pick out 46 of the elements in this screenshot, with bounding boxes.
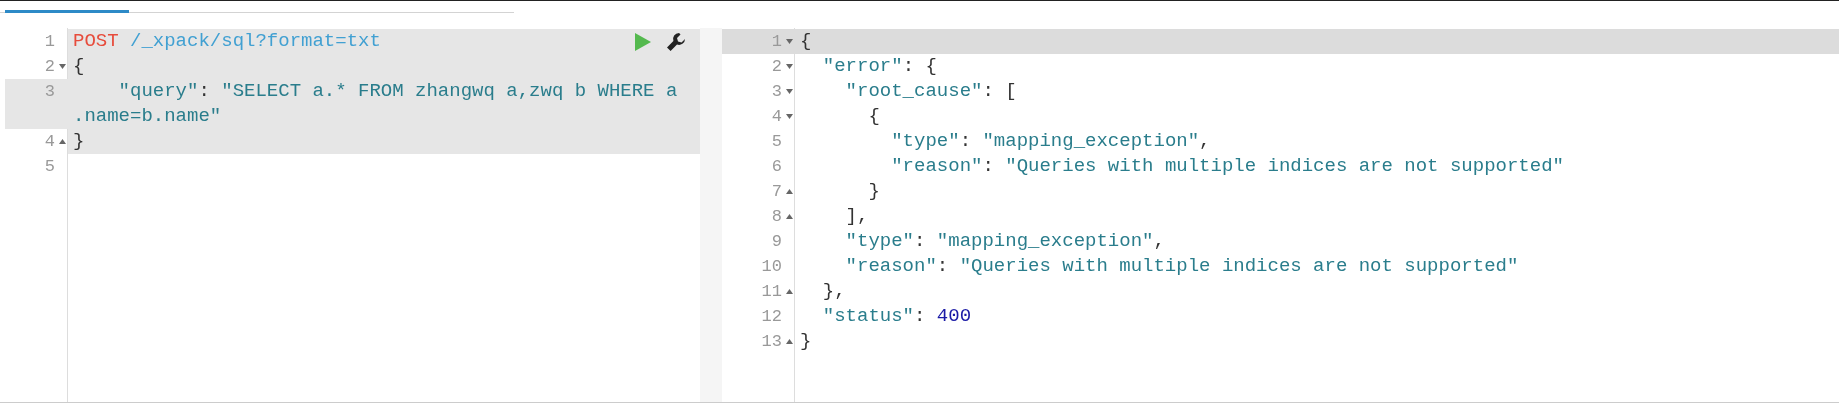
code-line: { — [800, 29, 812, 54]
line-number: 7 — [771, 181, 782, 203]
line-number: 3 — [44, 81, 55, 103]
code-line: "query": "SELECT a.* FROM zhangwq a,zwq b WHERE a .name=b.name" — [73, 79, 678, 129]
line-number: 5 — [771, 131, 782, 153]
line-number: 1 — [771, 31, 782, 53]
fold-icon[interactable] — [786, 39, 793, 44]
code-line: "root_cause": [ — [844, 79, 1017, 104]
code-line: "reason": "Queries with multiple indices are not supported" — [844, 254, 1519, 279]
line-number: 9 — [771, 231, 782, 253]
line-number: 5 — [44, 156, 55, 178]
line-number: 4 — [44, 131, 55, 153]
line-number: 1 — [44, 31, 55, 53]
line-number: 3 — [771, 81, 782, 103]
line-number: 10 — [761, 256, 782, 278]
code-line: "error": { — [821, 54, 937, 79]
fold-icon[interactable] — [786, 114, 793, 119]
line-number: 13 — [761, 331, 782, 353]
code-line: "type": "mapping_exception", — [890, 129, 1211, 154]
fold-icon[interactable] — [786, 89, 793, 94]
code-line: "reason": "Queries with multiple indices are not supported" — [890, 154, 1564, 179]
line-number: 2 — [44, 56, 55, 78]
code-line: } — [73, 129, 85, 154]
fold-icon[interactable] — [786, 289, 793, 294]
code-line: }, — [821, 279, 846, 304]
line-number: 12 — [761, 306, 782, 328]
fold-icon[interactable] — [786, 339, 793, 344]
fold-icon[interactable] — [59, 139, 66, 144]
line-number: 2 — [771, 56, 782, 78]
code-line: } — [800, 329, 812, 354]
fold-icon[interactable] — [786, 64, 793, 69]
wrench-icon[interactable] — [666, 32, 686, 52]
line-number: 11 — [761, 281, 782, 303]
fold-icon[interactable] — [786, 214, 793, 219]
line-number: 4 — [771, 106, 782, 128]
code-line: } — [867, 179, 880, 204]
line-number: 8 — [771, 206, 782, 228]
code-line: "type": "mapping_exception", — [844, 229, 1165, 254]
code-line: POST /_xpack/sql?format=txt — [73, 29, 381, 54]
code-line: { — [867, 104, 880, 129]
fold-icon[interactable] — [59, 64, 66, 69]
code-line: ], — [844, 204, 869, 229]
line-number: 6 — [771, 156, 782, 178]
code-line: { — [73, 54, 85, 79]
code-line: "status": 400 — [821, 304, 972, 329]
fold-icon[interactable] — [786, 189, 793, 194]
